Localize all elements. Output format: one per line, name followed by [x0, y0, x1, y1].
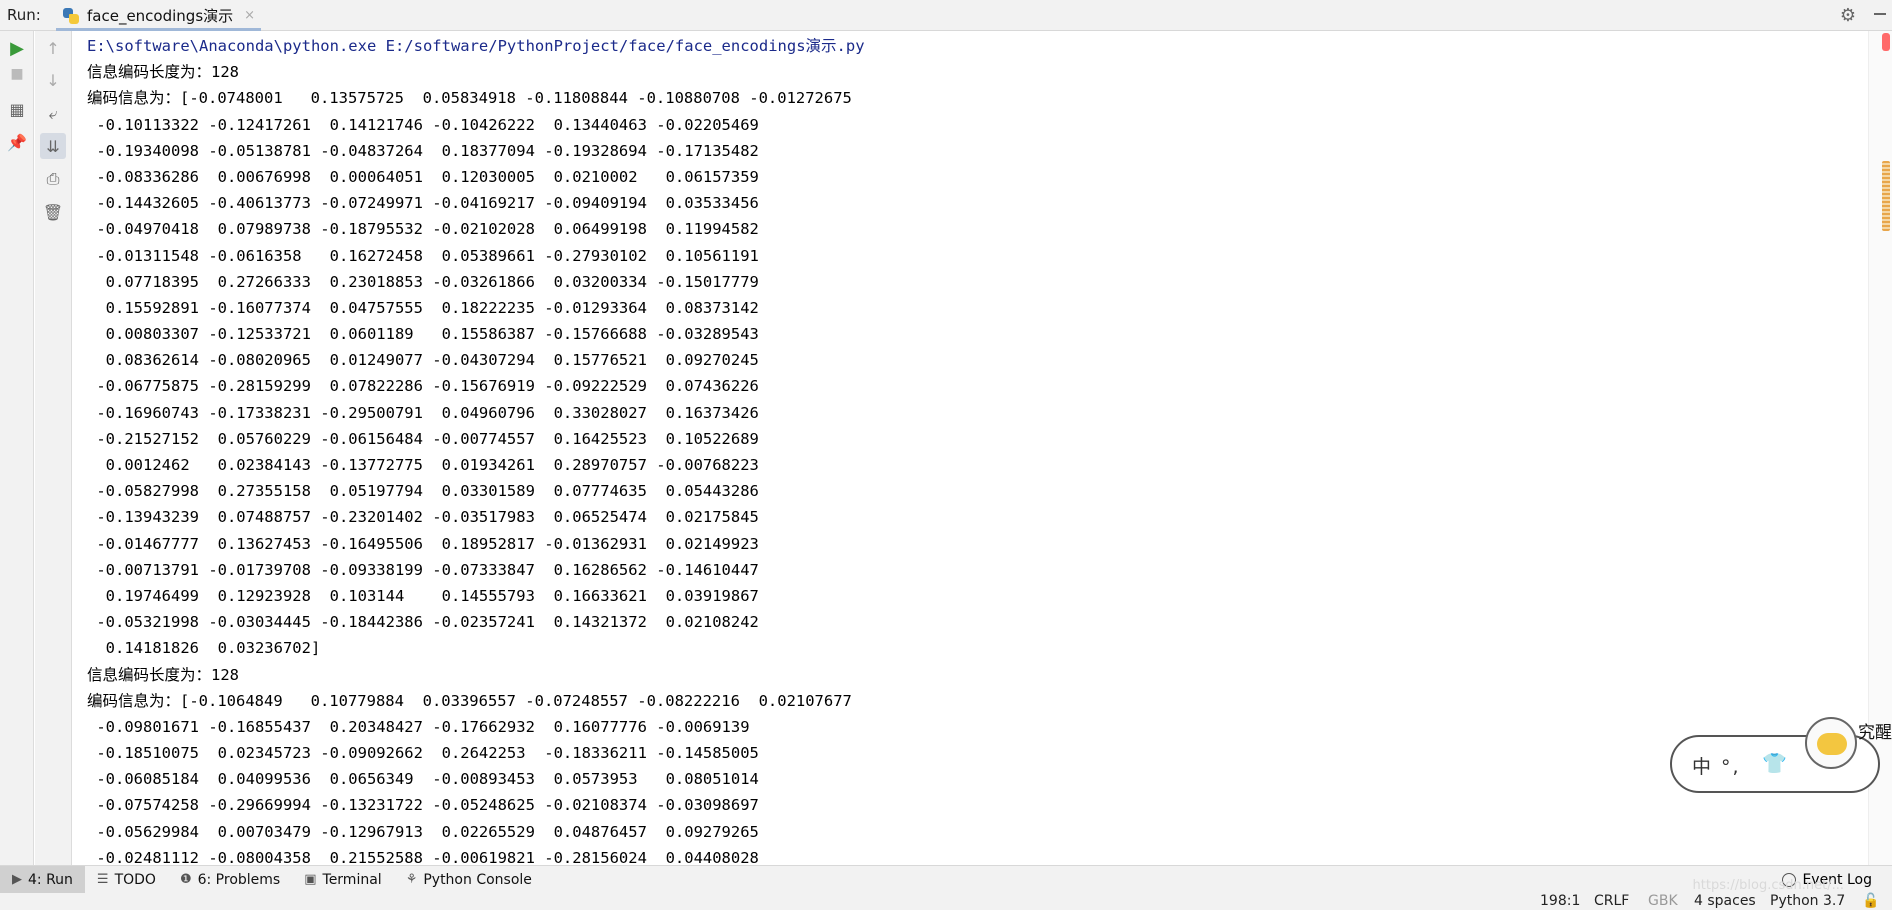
console-line: 0.08362614 -0.08020965 0.01249077 -0.043… — [87, 351, 759, 370]
tab-todo[interactable]: ☰ TODO — [85, 866, 168, 894]
console-line: 0.07718395 0.27266333 0.23018853 -0.0326… — [87, 272, 759, 291]
console-line: -0.05629984 0.00703479 -0.12967913 0.022… — [87, 822, 759, 841]
trash-icon[interactable]: 🗑 — [40, 199, 66, 225]
warning-icon: ❶ — [179, 872, 192, 887]
lock-icon[interactable]: 🔓 — [1862, 893, 1879, 910]
console-line: 0.15592891 -0.16077374 0.04757555 0.1822… — [87, 298, 759, 317]
layout-icon[interactable]: ▦ — [4, 96, 30, 122]
console-line: -0.05321998 -0.03034445 -0.18442386 -0.0… — [87, 613, 759, 632]
tab-title: face_encodings演示 — [87, 7, 234, 25]
console-line: -0.08336286 0.00676998 0.00064051 0.1203… — [87, 167, 759, 186]
console-command-line: E:\software\Anaconda\python.exe E:/softw… — [87, 37, 865, 55]
stop-icon[interactable]: ■ — [4, 61, 30, 87]
console-line: -0.09801671 -0.16855437 0.20348427 -0.17… — [87, 717, 750, 736]
bottom-tool-bar: ▶ 4: Run ☰ TODO ❶ 6: Problems ▣ Terminal… — [0, 865, 1892, 894]
console-line: 编码信息为：[-0.0748001 0.13575725 0.05834918 … — [87, 89, 852, 108]
console-lines: E:\software\Anaconda\python.exe E:/softw… — [87, 33, 865, 865]
terminal-icon: ▣ — [304, 872, 317, 887]
caret-position[interactable]: 198:1 — [1540, 893, 1580, 910]
ime-mascot-icon[interactable] — [1805, 717, 1857, 769]
console-line: -0.01311548 -0.0616358 0.16272458 0.0538… — [87, 246, 759, 265]
console-line: 信息编码长度为：128 — [87, 665, 239, 684]
console-line: -0.06085184 0.04099536 0.0656349 -0.0089… — [87, 770, 759, 789]
console-line: -0.02481112 -0.08004358 0.21552588 -0.00… — [87, 848, 759, 865]
tab-python-console-label: Python Console — [423, 871, 532, 888]
scrollbar-thumb[interactable] — [1882, 33, 1890, 51]
indent-setting[interactable]: 4 spaces — [1694, 893, 1756, 910]
down-arrow-icon[interactable]: ↓ — [40, 67, 66, 93]
console-line: -0.05827998 0.27355158 0.05197794 0.0330… — [87, 482, 759, 501]
console-line: 0.0012462 0.02384143 -0.13772775 0.01934… — [87, 456, 759, 474]
tab-run[interactable]: ▶ 4: Run — [0, 865, 85, 894]
python-icon: ⚘ — [405, 872, 418, 887]
console-line: -0.06775875 -0.28159299 0.07822286 -0.15… — [87, 377, 759, 396]
line-separator[interactable]: CRLF — [1594, 893, 1629, 910]
soft-wrap-icon[interactable]: ⤶ — [40, 101, 66, 127]
run-icon: ▶ — [12, 872, 22, 887]
tab-python-console[interactable]: ⚘ Python Console — [394, 866, 544, 894]
shirt-icon[interactable]: 👕 — [1762, 751, 1787, 775]
list-icon: ☰ — [96, 872, 109, 887]
scrollbar-markers — [1882, 161, 1890, 231]
console-output[interactable]: E:\software\Anaconda\python.exe E:/softw… — [72, 31, 1868, 865]
pin-icon[interactable]: 📌 — [4, 129, 30, 155]
run-actions-toolbar: ▶ ■ ▦ 📌 — [0, 31, 34, 865]
ime-badge: 究醒 — [1858, 723, 1892, 743]
console-line: -0.19340098 -0.05138781 -0.04837264 0.18… — [87, 141, 759, 160]
tab-problems[interactable]: ❶ 6: Problems — [168, 866, 292, 894]
console-line: 0.00803307 -0.12533721 0.0601189 0.15586… — [87, 325, 759, 344]
tab-problems-label: 6: Problems — [197, 871, 281, 888]
run-icon[interactable]: ▶ — [4, 35, 30, 61]
close-icon[interactable]: × — [244, 8, 255, 23]
file-encoding[interactable]: GBK — [1648, 893, 1678, 910]
console-line: 0.19746499 0.12923928 0.103144 0.1455579… — [87, 586, 759, 605]
tab-run-label: 4: Run — [28, 871, 73, 888]
console-line: -0.13943239 0.07488757 -0.23201402 -0.03… — [87, 508, 759, 527]
scroll-to-end-icon[interactable]: ⇊ — [40, 133, 66, 159]
console-line: -0.04970418 0.07989738 -0.18795532 -0.02… — [87, 220, 759, 239]
console-line: -0.07574258 -0.29669994 -0.13231722 -0.0… — [87, 796, 759, 815]
run-tool-header: Run: face_encodings演示 × ⚙ — [0, 0, 1892, 31]
up-arrow-icon[interactable]: ↑ — [40, 35, 66, 61]
console-line: 0.14181826 0.03236702] — [87, 639, 321, 658]
console-line: -0.00713791 -0.01739708 -0.09338199 -0.0… — [87, 560, 759, 579]
console-line: -0.18510075 0.02345723 -0.09092662 0.264… — [87, 744, 759, 763]
status-bar: 198:1 CRLF GBK 4 spaces Python 3.7 🔓 — [0, 893, 1892, 910]
console-line: 编码信息为：[-0.1064849 0.10779884 0.03396557 … — [87, 691, 852, 710]
python-file-icon — [62, 7, 80, 25]
tab-terminal-label: Terminal — [322, 871, 382, 888]
console-line: -0.10113322 -0.12417261 0.14121746 -0.10… — [87, 115, 759, 134]
print-icon[interactable]: ⎙ — [40, 166, 66, 192]
tab-face-encodings[interactable]: face_encodings演示 × — [48, 0, 269, 31]
watermark: https://blog.csdn.net/... — [1692, 878, 1844, 893]
console-line: -0.14432605 -0.40613773 -0.07249971 -0.0… — [87, 194, 759, 213]
tab-todo-label: TODO — [114, 871, 156, 888]
console-line: -0.21527152 0.05760229 -0.06156484 -0.00… — [87, 429, 759, 448]
tab-terminal[interactable]: ▣ Terminal — [292, 866, 393, 894]
python-interpreter[interactable]: Python 3.7 — [1770, 893, 1845, 910]
console-actions-toolbar: ↑ ↓ ⤶ ⇊ ⎙ 🗑 — [35, 31, 72, 865]
minimize-icon[interactable] — [1874, 13, 1886, 15]
console-line: 信息编码长度为：128 — [87, 63, 239, 82]
run-label: Run: — [7, 6, 41, 24]
console-line: -0.16960743 -0.17338231 -0.29500791 0.04… — [87, 403, 759, 422]
ime-status-text: 中 °, — [1692, 756, 1741, 778]
console-line: -0.01467777 0.13627453 -0.16495506 0.189… — [87, 534, 759, 553]
gear-icon[interactable]: ⚙ — [1840, 5, 1856, 26]
